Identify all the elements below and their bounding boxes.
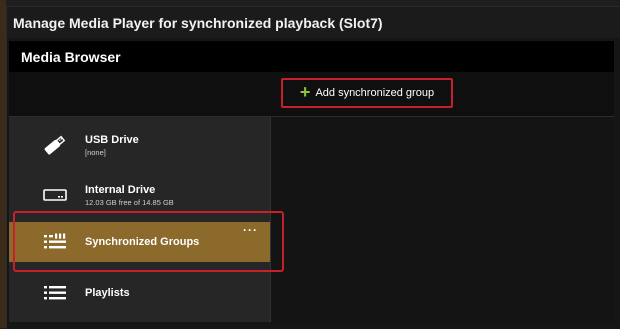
sidebar-item-internal-drive[interactable]: Internal Drive 12.03 GB free of 14.85 GB [9, 173, 270, 217]
internal-drive-icon [41, 183, 69, 207]
media-browser-sidebar: USB Drive [none] Internal Drive 12.03 GB… [9, 117, 271, 322]
more-options-icon[interactable]: ··· [243, 223, 258, 237]
plus-icon: + [299, 82, 311, 102]
sidebar-item-sublabel: 12.03 GB free of 14.85 GB [85, 197, 174, 207]
sidebar-item-label: Synchronized Groups [85, 236, 200, 248]
dialog-title: Manage Media Player for synchronized pla… [7, 7, 620, 38]
synchronized-groups-icon [41, 230, 69, 254]
media-browser-toolbar: + Add synchronized group [9, 72, 614, 117]
usb-drive-icon [41, 133, 69, 157]
media-browser-content [271, 117, 614, 322]
sidebar-item-synchronized-groups[interactable]: Synchronized Groups ··· [9, 222, 270, 262]
media-browser-header: Media Browser [9, 41, 614, 72]
sidebar-item-label: Playlists [85, 287, 130, 299]
sidebar-item-label: Internal Drive [85, 183, 156, 196]
add-synchronized-group-button[interactable]: + Add synchronized group [281, 78, 453, 108]
playlists-icon [41, 281, 69, 305]
sidebar-item-playlists[interactable]: Playlists [9, 271, 270, 315]
add-synchronized-group-label: Add synchronized group [315, 87, 435, 99]
sidebar-item-label: USB Drive [85, 133, 139, 146]
sidebar-item-usb-drive[interactable]: USB Drive [none] [9, 123, 270, 167]
sidebar-item-sublabel: [none] [85, 147, 106, 157]
